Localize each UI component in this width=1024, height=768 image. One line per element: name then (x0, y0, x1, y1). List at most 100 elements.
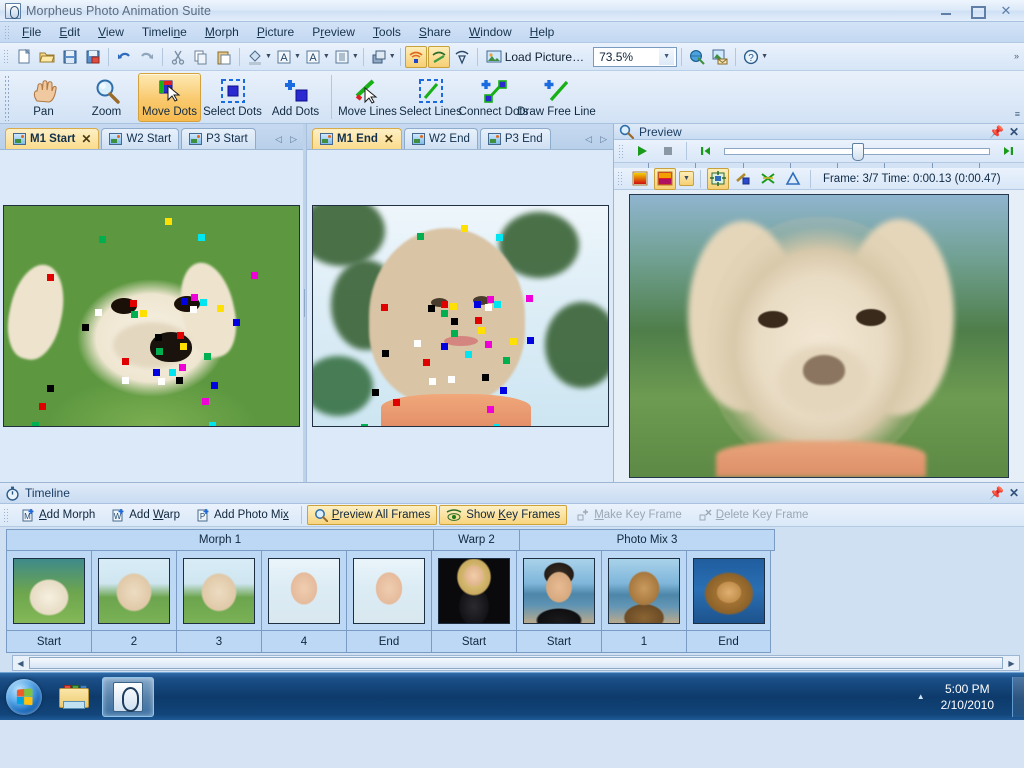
load-picture-button[interactable]: Load Picture… (482, 48, 588, 66)
menu-window[interactable]: Window (460, 22, 521, 42)
morph-dot[interactable] (209, 422, 216, 427)
menu-picture[interactable]: Picture (248, 22, 303, 42)
morph-dot[interactable] (32, 422, 39, 427)
timeline-group-photo-mix-3[interactable]: Photo Mix 3 (519, 529, 775, 551)
morph-dot[interactable] (423, 359, 430, 366)
morph-dot[interactable] (500, 387, 507, 394)
step-forward-button[interactable] (998, 140, 1020, 162)
tab-w2-end[interactable]: W2 End (404, 128, 478, 149)
morph-dot[interactable] (448, 376, 455, 383)
start-button[interactable] (2, 677, 46, 717)
morph-dot[interactable] (122, 358, 129, 365)
open-icon[interactable] (36, 46, 58, 68)
layers-icon[interactable] (368, 46, 390, 68)
hide-markers-icon[interactable] (451, 46, 473, 68)
morph-dot[interactable] (428, 305, 435, 312)
morph-dot[interactable] (465, 351, 472, 358)
tab-prev-icon[interactable]: ◁ (585, 134, 592, 145)
morph-dot[interactable] (122, 377, 129, 384)
chevron-down-icon[interactable]: ▼ (294, 53, 301, 60)
morph-dot[interactable] (441, 343, 448, 350)
close-button[interactable]: ✕ (998, 4, 1014, 18)
morph-dot[interactable] (130, 300, 137, 307)
tab-m1-end[interactable]: M1 End ✕ (312, 128, 402, 149)
render-dither-icon[interactable] (654, 168, 676, 190)
new-icon[interactable] (13, 46, 35, 68)
morph-dot[interactable] (494, 301, 501, 308)
girl-destination-image[interactable] (312, 205, 609, 427)
show-dots-icon[interactable] (405, 46, 427, 68)
morph-dot[interactable] (475, 317, 482, 324)
preview-close-icon[interactable]: ✕ (1009, 125, 1019, 139)
timeline-frame[interactable] (516, 551, 601, 631)
tool-move-lines[interactable]: Move Lines (336, 73, 399, 122)
play-button[interactable] (631, 140, 653, 162)
make-key-frame-button[interactable]: Make Key Frame (569, 505, 689, 525)
morph-dot[interactable] (487, 296, 494, 303)
tab-close-icon[interactable]: ✕ (81, 132, 91, 146)
morph-dot[interactable] (381, 304, 388, 311)
morph-dot[interactable] (169, 369, 176, 376)
menu-timeline[interactable]: Timeline (133, 22, 196, 42)
morph-result-preview[interactable] (629, 194, 1009, 478)
copy-icon[interactable] (190, 46, 212, 68)
text-style-icon[interactable]: A (302, 46, 324, 68)
tab-w2-start[interactable]: W2 Start (101, 128, 179, 149)
fit-to-window-icon[interactable] (707, 168, 729, 190)
morph-dot[interactable] (487, 406, 494, 413)
tab-next-icon[interactable]: ▷ (290, 134, 297, 145)
timeline-frame[interactable] (686, 551, 771, 631)
redo-icon[interactable] (136, 46, 158, 68)
tool-move-dots[interactable]: Move Dots (138, 73, 201, 122)
border-icon[interactable] (331, 46, 353, 68)
right-canvas[interactable] (307, 149, 613, 482)
timeline-frame[interactable] (6, 551, 91, 631)
menu-help[interactable]: Help (521, 22, 564, 42)
render-grip[interactable] (617, 171, 623, 186)
morph-dot[interactable] (474, 301, 481, 308)
tab-prev-icon[interactable]: ◁ (275, 134, 282, 145)
globe-icon[interactable] (686, 46, 708, 68)
scrollbar-thumb[interactable] (29, 657, 1003, 669)
ribbon-overflow-button[interactable]: ≡ (1015, 109, 1024, 123)
save-as-icon[interactable] (82, 46, 104, 68)
add-morph-button[interactable]: M Add Morph (14, 505, 102, 525)
timeline-frame[interactable] (346, 551, 431, 631)
render-gradient-icon[interactable] (629, 168, 651, 190)
morph-dot[interactable] (153, 369, 160, 376)
pin-icon[interactable]: 📌 (989, 486, 1004, 500)
tool-connect-dots[interactable]: Connect Dots (462, 73, 525, 122)
morph-dot[interactable] (158, 378, 165, 385)
morph-dot[interactable] (179, 364, 186, 371)
morph-dot[interactable] (99, 236, 106, 243)
restore-button[interactable] (968, 4, 984, 18)
morph-dot[interactable] (478, 327, 485, 334)
morph-dot[interactable] (198, 234, 205, 241)
tool-select-dots[interactable]: Select Dots (201, 73, 264, 122)
zoom-combo[interactable]: 73.5% ▼ (593, 47, 677, 67)
minimize-button[interactable] (938, 4, 954, 18)
undo-icon[interactable] (113, 46, 135, 68)
timeline-group-morph-1[interactable]: Morph 1 (6, 529, 433, 551)
transport-grip[interactable] (618, 144, 624, 159)
tool-add-dots[interactable]: Add Dots (264, 73, 327, 122)
menu-share[interactable]: Share (410, 22, 460, 42)
timeline-horizontal-scrollbar[interactable]: ◀ ▶ (12, 655, 1020, 671)
delete-key-frame-button[interactable]: Delete Key Frame (691, 505, 816, 525)
timeline-frame[interactable] (431, 551, 516, 631)
chevron-down-icon[interactable]: ▼ (659, 48, 674, 65)
tool-draw-free-line[interactable]: Draw Free Line (525, 73, 588, 122)
morph-dot[interactable] (503, 357, 510, 364)
tab-p3-end[interactable]: P3 End (480, 128, 551, 149)
morph-dot[interactable] (47, 274, 54, 281)
morph-dot[interactable] (526, 295, 533, 302)
morph-dot[interactable] (176, 377, 183, 384)
morph-dot[interactable] (527, 337, 534, 344)
morph-dot[interactable] (155, 334, 162, 341)
morph-dot[interactable] (200, 299, 207, 306)
show-triangles-icon[interactable] (782, 168, 804, 190)
fill-color-icon[interactable] (244, 46, 266, 68)
timeline-frame[interactable] (261, 551, 346, 631)
morph-dot[interactable] (82, 324, 89, 331)
morph-dot[interactable] (485, 341, 492, 348)
